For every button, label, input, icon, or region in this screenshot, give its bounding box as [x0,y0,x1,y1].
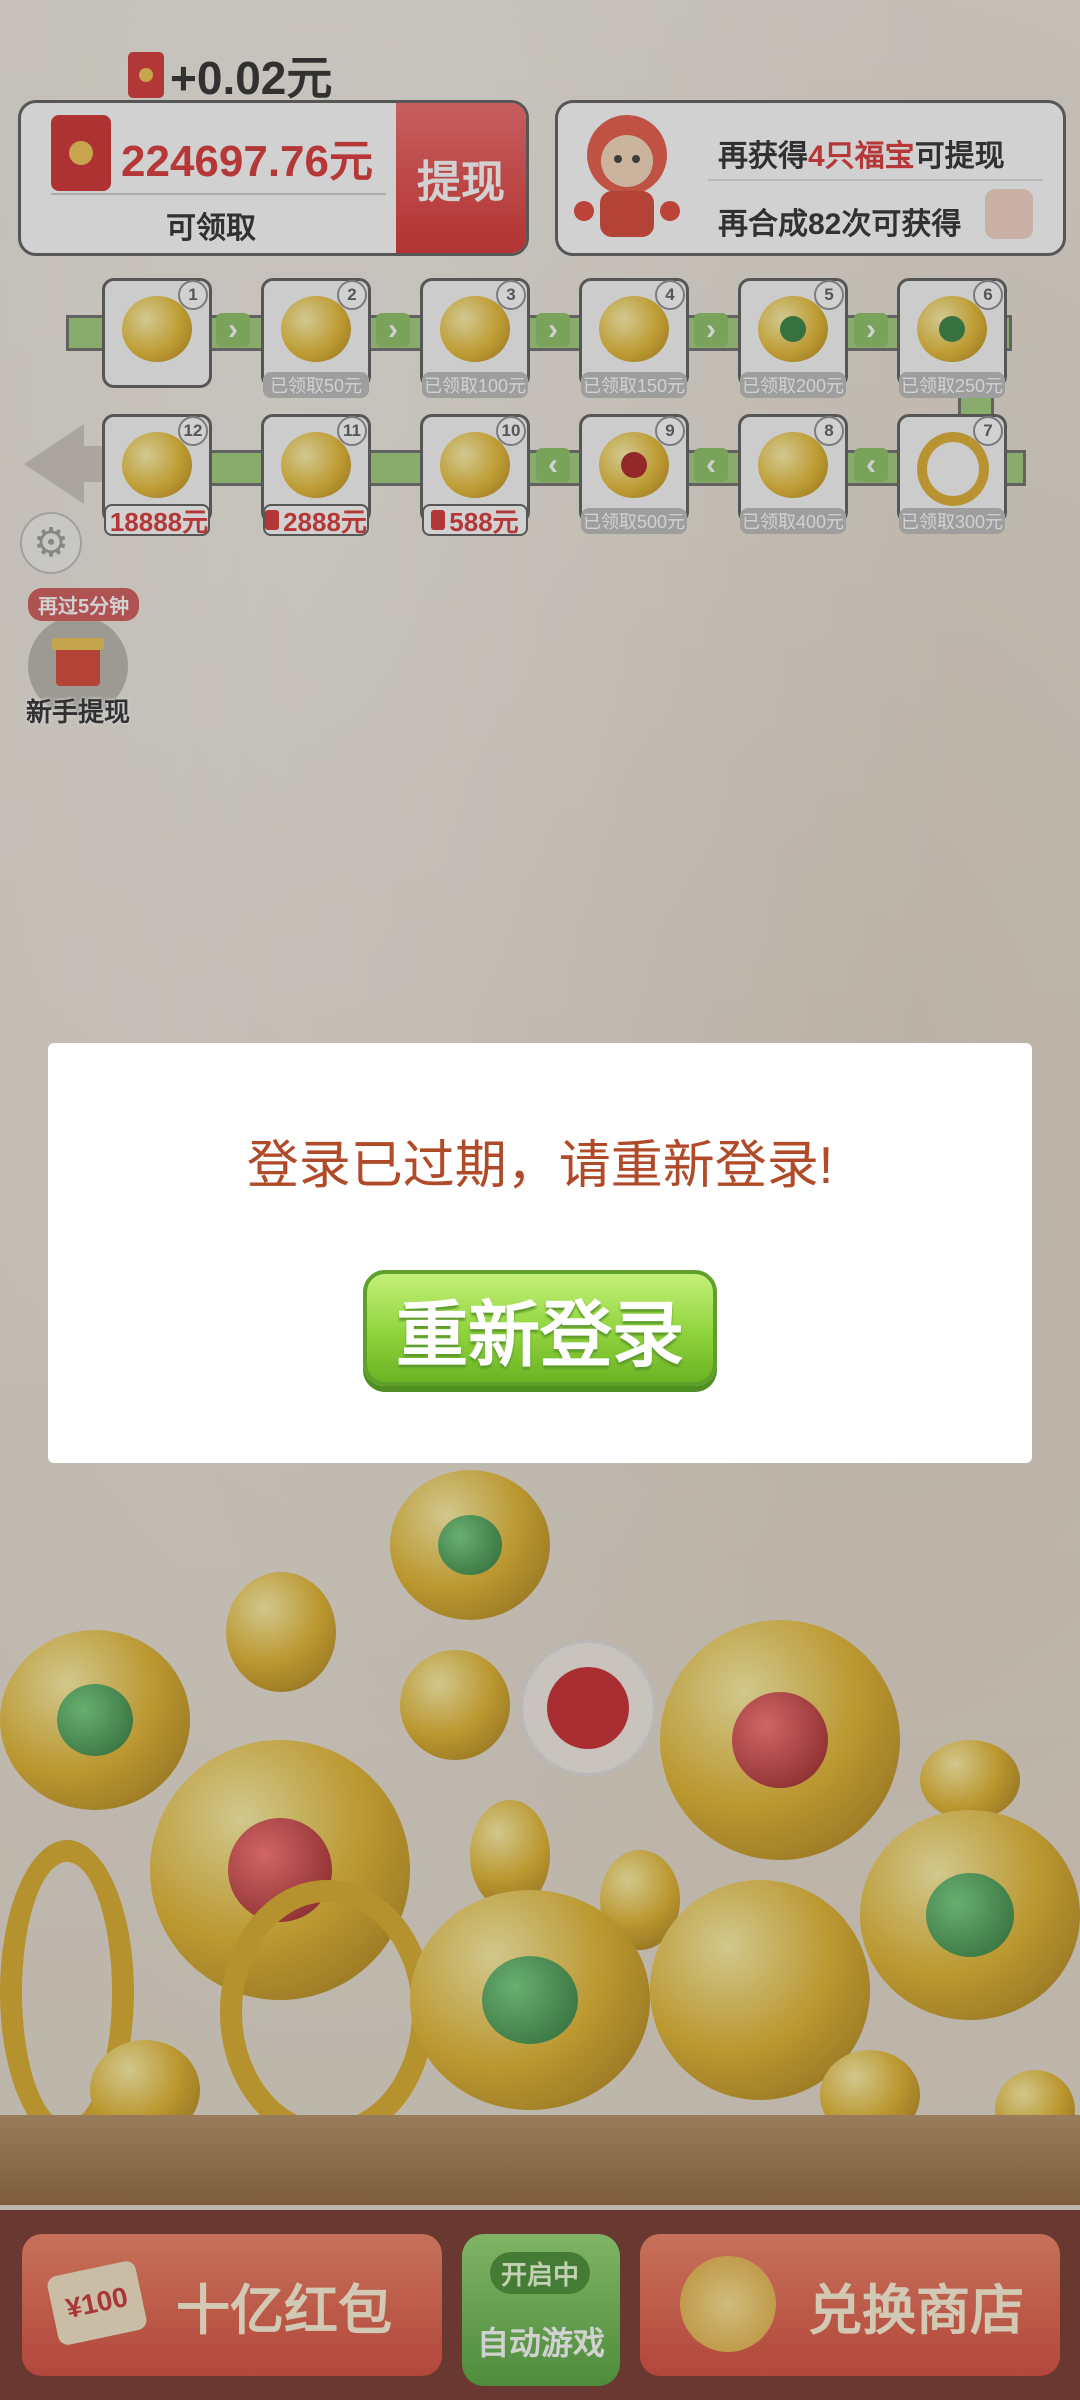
session-expired-dialog: 登录已过期，请重新登录! 重新登录 [48,1043,1032,1463]
relogin-button[interactable]: 重新登录 [363,1270,717,1386]
dialog-message: 登录已过期，请重新登录! [246,1137,834,1195]
